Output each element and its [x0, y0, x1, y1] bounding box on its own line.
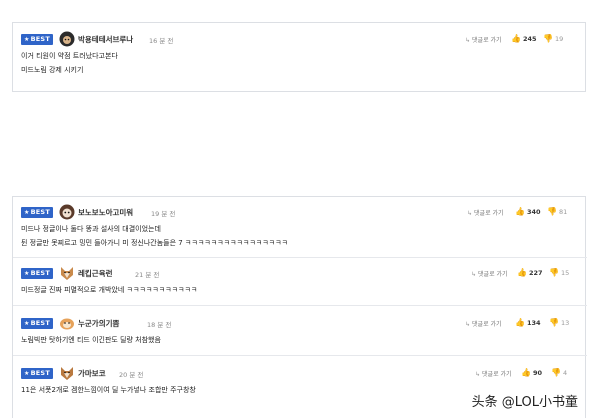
comment-item: ★BEST 박용테테서브루나 16 분 전 ↳ 댓글로 가기 👍 245 👎 19 이… [21, 31, 577, 77]
comment-item: ★BEST 누군가의기쁨 18 분 전 ↳ 댓글로 가기 👍 134 👎 13 노림빅… [21, 315, 577, 347]
divider [13, 257, 587, 258]
reply-link[interactable]: ↳ 댓글로 가기 [465, 319, 502, 328]
comment-line: 미드나 정글이나 둘다 똥과 설사의 대결이었는데 [21, 225, 161, 233]
comment-line: 뒨 정글만 못찌르고 밍민 들아가니 미 정신나간놈들은 7 ㅋㅋㅋㅋㅋㅋㅋㅋㅋ… [21, 239, 288, 247]
best-badge: ★BEST [21, 318, 53, 329]
dislike-button[interactable]: 👎 13 [549, 318, 569, 327]
thumbs-down-icon: 👎 [549, 318, 559, 327]
divider [13, 305, 587, 306]
comment-time: 19 분 전 [151, 210, 176, 218]
like-button[interactable]: 👍 245 [511, 34, 537, 43]
comment-time: 20 분 전 [119, 371, 144, 379]
star-icon: ★ [24, 270, 30, 277]
comment-card-top: ★BEST 박용테테서브루나 16 분 전 ↳ 댓글로 가기 👍 245 👎 19 이… [12, 22, 586, 92]
comment-line: 미드노림 강제 시키기 [21, 66, 84, 74]
thumbs-up-icon: 👍 [517, 268, 527, 277]
comment-time: 18 분 전 [147, 321, 172, 329]
comment-line: 이거 티원이 약점 트러났다고본다 [21, 52, 118, 60]
like-button[interactable]: 👍 227 [517, 268, 543, 277]
thumbs-down-icon: 👎 [543, 34, 553, 43]
avatar[interactable] [59, 31, 75, 47]
dislike-button[interactable]: 👎 4 [551, 368, 567, 377]
like-button[interactable]: 👍 340 [515, 207, 541, 216]
thumbs-up-icon: 👍 [521, 368, 531, 377]
comment-item: ★BEST 레킵근육런 21 분 전 ↳ 댓글로 가기 👍 227 👎 15 미드정글… [21, 265, 577, 297]
best-badge: ★BEST [21, 268, 53, 279]
star-icon: ★ [24, 209, 30, 216]
comment-nickname[interactable]: 가마보코 [78, 368, 106, 379]
reply-arrow-icon: ↳ [465, 37, 471, 44]
thumbs-down-icon: 👎 [551, 368, 561, 377]
avatar[interactable] [59, 204, 75, 220]
thumbs-up-icon: 👍 [511, 34, 521, 43]
reply-link[interactable]: ↳ 댓글로 가기 [475, 369, 512, 378]
reply-link[interactable]: ↳ 댓글로 가기 [465, 35, 502, 44]
comment-line: 미드정글 진짜 피멸적으로 개박았네 ㅋㅋㅋㅋㅋㅋㅋㅋㅋㅋㅋ [21, 286, 198, 294]
like-button[interactable]: 👍 134 [515, 318, 541, 327]
reply-arrow-icon: ↳ [471, 271, 477, 278]
comment-nickname[interactable]: 레킵근육런 [78, 268, 113, 279]
star-icon: ★ [24, 370, 30, 377]
avatar[interactable] [59, 365, 75, 381]
comment-time: 16 분 전 [149, 37, 174, 45]
star-icon: ★ [24, 36, 30, 43]
comment-line: 노림빅판 탓하기엔 티드 이긴판도 딜량 처참했음 [21, 336, 161, 344]
reply-arrow-icon: ↳ [467, 210, 473, 217]
thumbs-up-icon: 👍 [515, 318, 525, 327]
reply-arrow-icon: ↳ [465, 321, 471, 328]
best-badge: ★BEST [21, 34, 53, 45]
reply-link[interactable]: ↳ 댓글로 가기 [467, 208, 504, 217]
comment-nickname[interactable]: 보노보노아고미워 [78, 207, 133, 218]
dislike-button[interactable]: 👎 15 [549, 268, 569, 277]
thumbs-down-icon: 👎 [549, 268, 559, 277]
thumbs-down-icon: 👎 [547, 207, 557, 216]
comment-item: ★BEST 보노보노아고미워 19 분 전 ↳ 댓글로 가기 👍 340 👎 81 미… [21, 204, 577, 250]
thumbs-up-icon: 👍 [515, 207, 525, 216]
star-icon: ★ [24, 320, 30, 327]
dislike-button[interactable]: 👎 81 [547, 207, 567, 216]
reply-link[interactable]: ↳ 댓글로 가기 [471, 269, 508, 278]
comment-time: 21 분 전 [135, 271, 160, 279]
comment-card-bottom: ★BEST 보노보노아고미워 19 분 전 ↳ 댓글로 가기 👍 340 👎 81 미… [12, 196, 587, 418]
best-badge: ★BEST [21, 368, 53, 379]
avatar[interactable] [59, 265, 75, 281]
comment-nickname[interactable]: 누군가의기쁨 [78, 318, 119, 329]
best-badge: ★BEST [21, 207, 53, 218]
like-button[interactable]: 👍 90 [521, 368, 542, 377]
watermark: 头条 @LOL小书童 [471, 395, 578, 410]
avatar[interactable] [59, 315, 75, 331]
reply-arrow-icon: ↳ [475, 371, 481, 378]
comment-nickname[interactable]: 박용테테서브루나 [78, 34, 133, 45]
divider [13, 355, 587, 356]
dislike-button[interactable]: 👎 19 [543, 34, 563, 43]
